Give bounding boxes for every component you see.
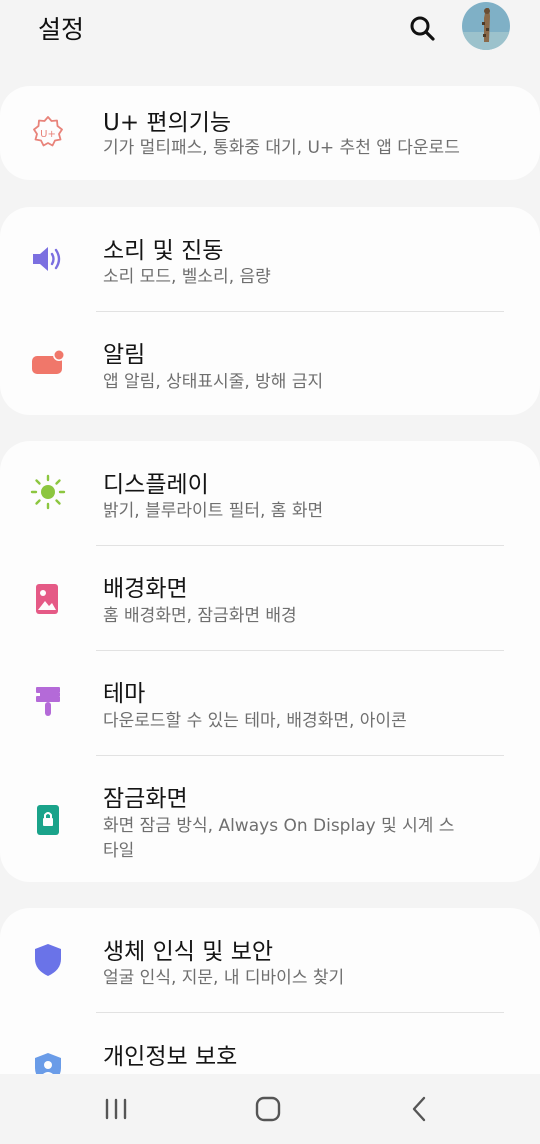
- avatar[interactable]: [462, 2, 510, 50]
- shield-icon: [30, 942, 66, 978]
- row-theme[interactable]: 테마 다운로드할 수 있는 테마, 배경화면, 아이콘: [0, 651, 540, 755]
- item-description: 다운로드할 수 있는 테마, 배경화면, 아이콘: [103, 711, 407, 731]
- card-security: 생체 인식 및 보안 얼굴 인식, 지문, 내 디바이스 찾기 개인정보 보호: [0, 908, 540, 1074]
- item-label: 생체 인식 및 보안: [103, 939, 274, 965]
- card-uplus: U+ U+ 편의기능 기가 멀티패스, 통화중 대기, U+ 추천 앱 다운로드: [0, 86, 540, 180]
- page-title: 설정: [38, 15, 85, 44]
- item-description: 기가 멀티패스, 통화중 대기, U+ 추천 앱 다운로드: [103, 138, 460, 158]
- item-label: U+ 편의기능: [103, 110, 232, 136]
- privacy-shield-icon: [30, 1051, 66, 1074]
- image-icon: [30, 582, 66, 618]
- lock-icon: [30, 802, 66, 838]
- item-description: 화면 잠금 방식, Always On Display 및 시계 스타일: [103, 816, 455, 861]
- home-icon[interactable]: [252, 1093, 284, 1125]
- paintbrush-icon: [30, 684, 66, 720]
- navigation-bar: [0, 1074, 540, 1144]
- row-uplus-features[interactable]: U+ U+ 편의기능 기가 멀티패스, 통화중 대기, U+ 추천 앱 다운로드: [0, 86, 540, 180]
- recent-apps-icon[interactable]: [100, 1093, 132, 1125]
- item-label: 소리 및 진동: [103, 238, 224, 264]
- svg-text:U+: U+: [40, 129, 56, 140]
- row-notifications[interactable]: 알림 앱 알림, 상태표시줄, 방해 금지: [0, 312, 540, 415]
- item-description: 앱 알림, 상태표시줄, 방해 금지: [103, 372, 324, 392]
- item-label: 디스플레이: [103, 472, 209, 498]
- search-icon[interactable]: [406, 12, 438, 44]
- item-description: 밝기, 블루라이트 필터, 홈 화면: [103, 501, 324, 521]
- item-label: 잠금화면: [103, 786, 188, 812]
- item-label: 알림: [103, 342, 146, 368]
- item-description: 얼굴 인식, 지문, 내 디바이스 찾기: [103, 968, 345, 988]
- row-sound-vibration[interactable]: 소리 및 진동 소리 모드, 벨소리, 음량: [0, 207, 540, 311]
- notification-icon: [30, 346, 66, 382]
- row-lock-screen[interactable]: 잠금화면 화면 잠금 방식, Always On Display 및 시계 스타…: [0, 756, 540, 882]
- card-display: 디스플레이 밝기, 블루라이트 필터, 홈 화면 배경화면 홈 배경화면, 잠금…: [0, 441, 540, 882]
- speaker-icon: [30, 241, 66, 277]
- item-description: 소리 모드, 벨소리, 음량: [103, 267, 271, 287]
- row-biometrics-security[interactable]: 생체 인식 및 보안 얼굴 인식, 지문, 내 디바이스 찾기: [0, 908, 540, 1012]
- item-description: 홈 배경화면, 잠금화면 배경: [103, 606, 297, 626]
- item-label: 테마: [103, 681, 146, 707]
- card-sound-notifications: 소리 및 진동 소리 모드, 벨소리, 음량 알림 앱 알림, 상태표시줄, 방…: [0, 207, 540, 415]
- top-bar: 설정: [0, 0, 540, 56]
- item-label: 배경화면: [103, 576, 188, 602]
- row-wallpaper[interactable]: 배경화면 홈 배경화면, 잠금화면 배경: [0, 546, 540, 650]
- row-display[interactable]: 디스플레이 밝기, 블루라이트 필터, 홈 화면: [0, 441, 540, 545]
- back-icon[interactable]: [404, 1093, 436, 1125]
- gear-uplus-icon: U+: [30, 114, 66, 150]
- row-privacy[interactable]: 개인정보 보호: [0, 1013, 540, 1074]
- item-label: 개인정보 보호: [103, 1044, 238, 1070]
- sun-icon: [30, 474, 66, 510]
